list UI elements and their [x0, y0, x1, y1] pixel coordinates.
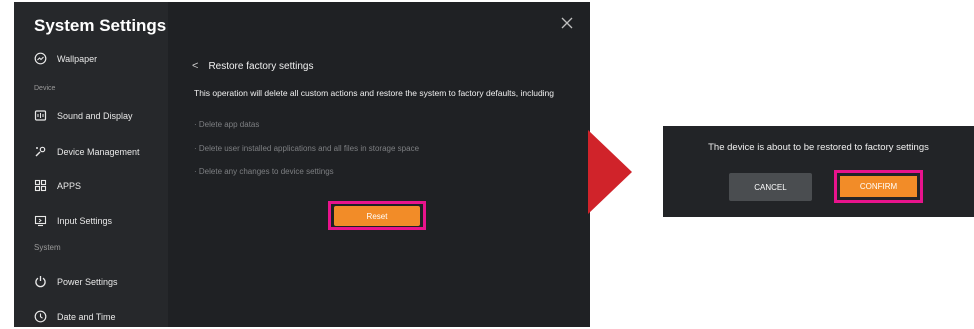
sidebar-item-date-time[interactable]: Date and Time — [34, 310, 116, 323]
sidebar-item-label: Input Settings — [57, 215, 113, 226]
device-management-icon — [34, 145, 47, 158]
sidebar-item-label: Wallpaper — [57, 53, 98, 64]
dialog-message: The device is about to be restored to fa… — [708, 142, 929, 153]
arrow-right-icon — [588, 130, 632, 214]
apps-icon — [34, 179, 47, 192]
display-icon — [34, 109, 47, 122]
power-icon — [34, 275, 47, 288]
restore-description: This operation will delete all custom ac… — [194, 88, 555, 98]
settings-sidebar: System Settings Wallpaper Device Sound a… — [14, 2, 168, 327]
restore-heading: Restore factory settings — [208, 60, 314, 72]
sidebar-item-power-settings[interactable]: Power Settings — [34, 275, 118, 288]
sidebar-item-apps[interactable]: APPS — [34, 179, 81, 192]
section-system-heading: System — [34, 243, 61, 252]
sidebar-item-label: Power Settings — [57, 276, 118, 287]
list-item: · Delete any changes to device settings — [194, 167, 334, 176]
section-device-heading: Device — [34, 85, 56, 92]
sidebar-item-label: APPS — [57, 180, 82, 191]
wallpaper-icon — [34, 52, 47, 65]
sidebar-item-device-management[interactable]: Device Management — [34, 145, 140, 158]
sidebar-item-label: Device Management — [57, 146, 140, 157]
back-restore-factory-settings[interactable]: < Restore factory settings — [192, 60, 313, 72]
list-item: · Delete app datas — [194, 120, 260, 129]
sidebar-item-wallpaper[interactable]: Wallpaper — [34, 52, 97, 65]
clock-icon — [34, 310, 47, 323]
input-icon — [34, 214, 47, 227]
sidebar-item-label: Sound and Display — [57, 110, 133, 121]
sidebar-item-input-settings[interactable]: Input Settings — [34, 214, 112, 227]
cancel-button[interactable]: CANCEL — [729, 173, 812, 201]
list-item: · Delete user installed applications and… — [194, 144, 420, 153]
confirm-button[interactable]: CONFIRM — [840, 176, 917, 197]
close-icon[interactable] — [560, 16, 574, 30]
chevron-left-icon: < — [192, 60, 199, 72]
sidebar-item-sound-display[interactable]: Sound and Display — [34, 109, 133, 122]
reset-button[interactable]: Reset — [334, 206, 420, 226]
confirm-dialog: The device is about to be restored to fa… — [663, 126, 974, 217]
settings-title: System Settings — [34, 16, 167, 35]
system-settings-panel: System Settings Wallpaper Device Sound a… — [14, 2, 590, 327]
sidebar-item-label: Date and Time — [57, 311, 116, 322]
